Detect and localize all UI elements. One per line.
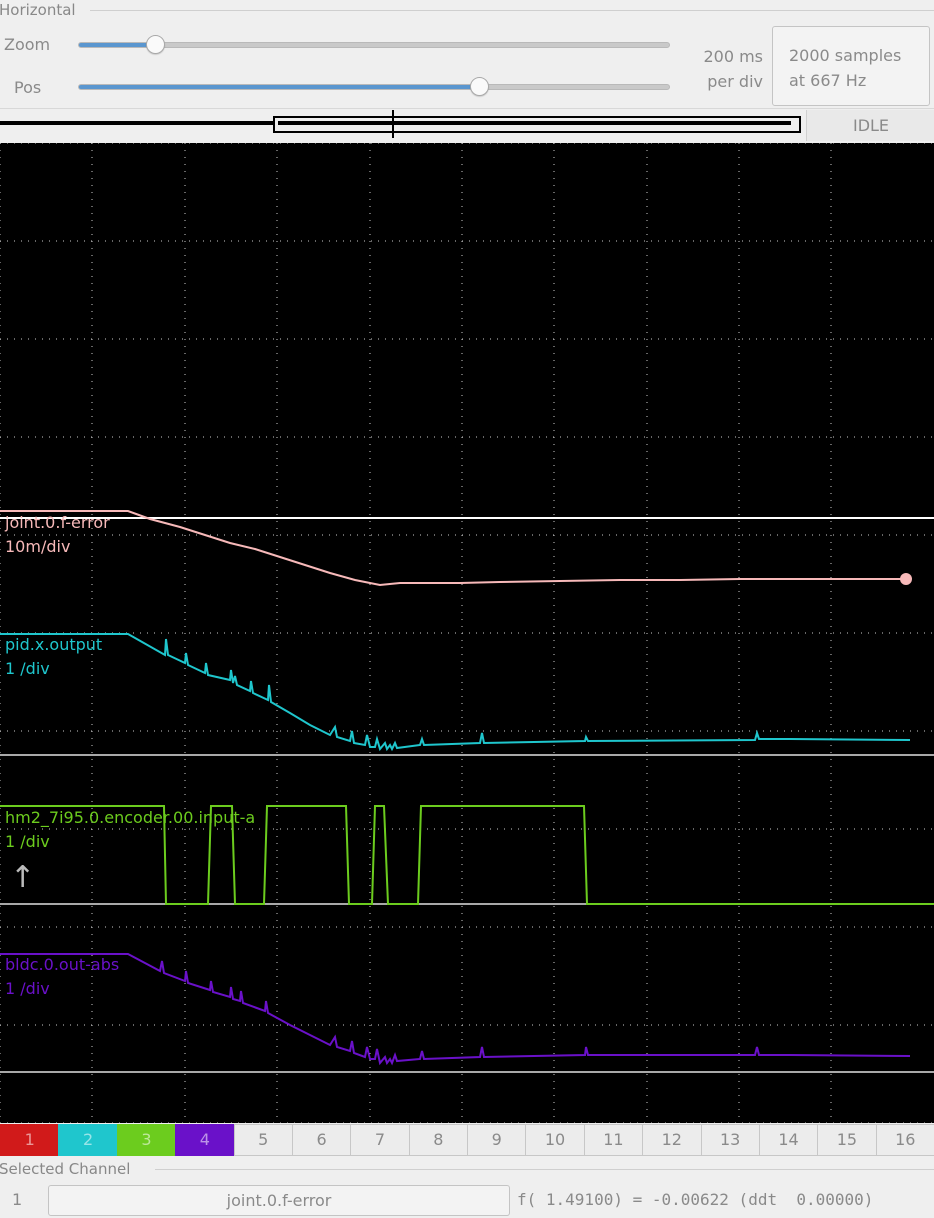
- pos-slider-handle[interactable]: [470, 77, 490, 96]
- zoom-label: Zoom: [4, 35, 51, 54]
- zoom-slider-fill: [79, 43, 156, 47]
- channel-button-10[interactable]: 10: [525, 1124, 585, 1156]
- trace-4-label[interactable]: bldc.0.out-abs 1 /div: [5, 953, 119, 1001]
- trace-4-name: bldc.0.out-abs: [5, 955, 120, 974]
- horizontal-panel: Horizontal Zoom Pos 200 ms per div 2000 …: [0, 0, 934, 143]
- trace-1-scale: 10m/div: [5, 537, 71, 556]
- channel-button-4[interactable]: 4: [175, 1124, 235, 1156]
- trace-1-name: joint.0.f-error: [5, 513, 110, 532]
- scope-canvas: [0, 143, 934, 1123]
- trace-3-label[interactable]: hm2_7i95.0.encoder.00.input-a 1 /div: [5, 806, 255, 854]
- panel-separator: [0, 108, 934, 109]
- trace-bldc-out-abs: [0, 953, 911, 1066]
- horizontal-group-title: Horizontal: [0, 0, 80, 20]
- pos-slider-fill: [79, 85, 481, 89]
- record-navigator[interactable]: [0, 110, 801, 138]
- trace-4-scale: 1 /div: [5, 979, 50, 998]
- scope-grid: [0, 143, 934, 1123]
- samples-button[interactable]: 2000 samples at 667 Hz: [772, 26, 930, 106]
- view-window[interactable]: [273, 116, 801, 133]
- zoom-slider[interactable]: [78, 42, 670, 48]
- per-div-unit: per div: [707, 72, 763, 91]
- channel-button-13[interactable]: 13: [700, 1124, 760, 1156]
- channel-button-16[interactable]: 16: [875, 1124, 934, 1156]
- channel-button-6[interactable]: 6: [291, 1124, 352, 1156]
- trace-2-name: pid.x.output: [5, 635, 103, 654]
- trace-baselines: [0, 517, 934, 1073]
- trace-3-name: hm2_7i95.0.encoder.00.input-a: [5, 808, 256, 827]
- channel-button-11[interactable]: 11: [583, 1124, 644, 1156]
- view-window-fill: [278, 121, 791, 125]
- selected-channel-number: 1: [12, 1190, 23, 1209]
- selected-channel-readout: f( 1.49100) = -0.00622 (ddt 0.00000): [517, 1190, 874, 1209]
- record-line: [0, 121, 275, 125]
- selected-channel-name-button[interactable]: joint.0.f-error: [48, 1185, 510, 1216]
- channel-button-3[interactable]: 3: [116, 1124, 177, 1156]
- trace-joint-f-error: [0, 510, 906, 587]
- channel-button-9[interactable]: 9: [467, 1124, 527, 1156]
- trigger-marker: [392, 110, 394, 138]
- trace-pid-output: [0, 633, 911, 752]
- selected-group-divider: [155, 1169, 934, 1170]
- scope-display[interactable]: joint.0.f-error 10m/div pid.x.output 1 /…: [0, 143, 934, 1123]
- channel-button-15[interactable]: 15: [817, 1124, 877, 1156]
- channel-button-12[interactable]: 12: [642, 1124, 702, 1156]
- selected-channel-title: Selected Channel: [0, 1159, 135, 1179]
- zoom-slider-handle[interactable]: [145, 35, 165, 54]
- channel-button-1[interactable]: 1: [0, 1124, 60, 1156]
- channel-button-14[interactable]: 14: [758, 1124, 819, 1156]
- pos-label: Pos: [14, 78, 42, 97]
- per-div-readout: 200 ms per div: [693, 44, 763, 94]
- pos-slider[interactable]: [78, 84, 670, 90]
- trace-3-scale: 1 /div: [5, 832, 50, 851]
- trace-2-label[interactable]: pid.x.output 1 /div: [5, 633, 102, 681]
- channel-button-5[interactable]: 5: [233, 1124, 293, 1156]
- channel-button-8[interactable]: 8: [408, 1124, 468, 1156]
- trace-2-scale: 1 /div: [5, 659, 50, 678]
- group-divider: [90, 10, 934, 11]
- trigger-level-arrow-icon[interactable]: ↑: [10, 863, 35, 893]
- samples-count: 2000 samples: [789, 46, 902, 65]
- status-indicator: IDLE: [806, 110, 934, 141]
- per-div-value: 200 ms: [703, 47, 763, 66]
- samples-rate: at 667 Hz: [789, 71, 867, 90]
- channel-button-2[interactable]: 2: [58, 1124, 118, 1156]
- trace-1-label[interactable]: joint.0.f-error 10m/div: [5, 511, 110, 559]
- trace-1-cursor-dot: [900, 573, 912, 585]
- channel-button-row: 1 2 3 4 5 6 7 8 9 10 11 12 13 14 15 16: [0, 1123, 934, 1157]
- channel-button-7[interactable]: 7: [350, 1124, 410, 1156]
